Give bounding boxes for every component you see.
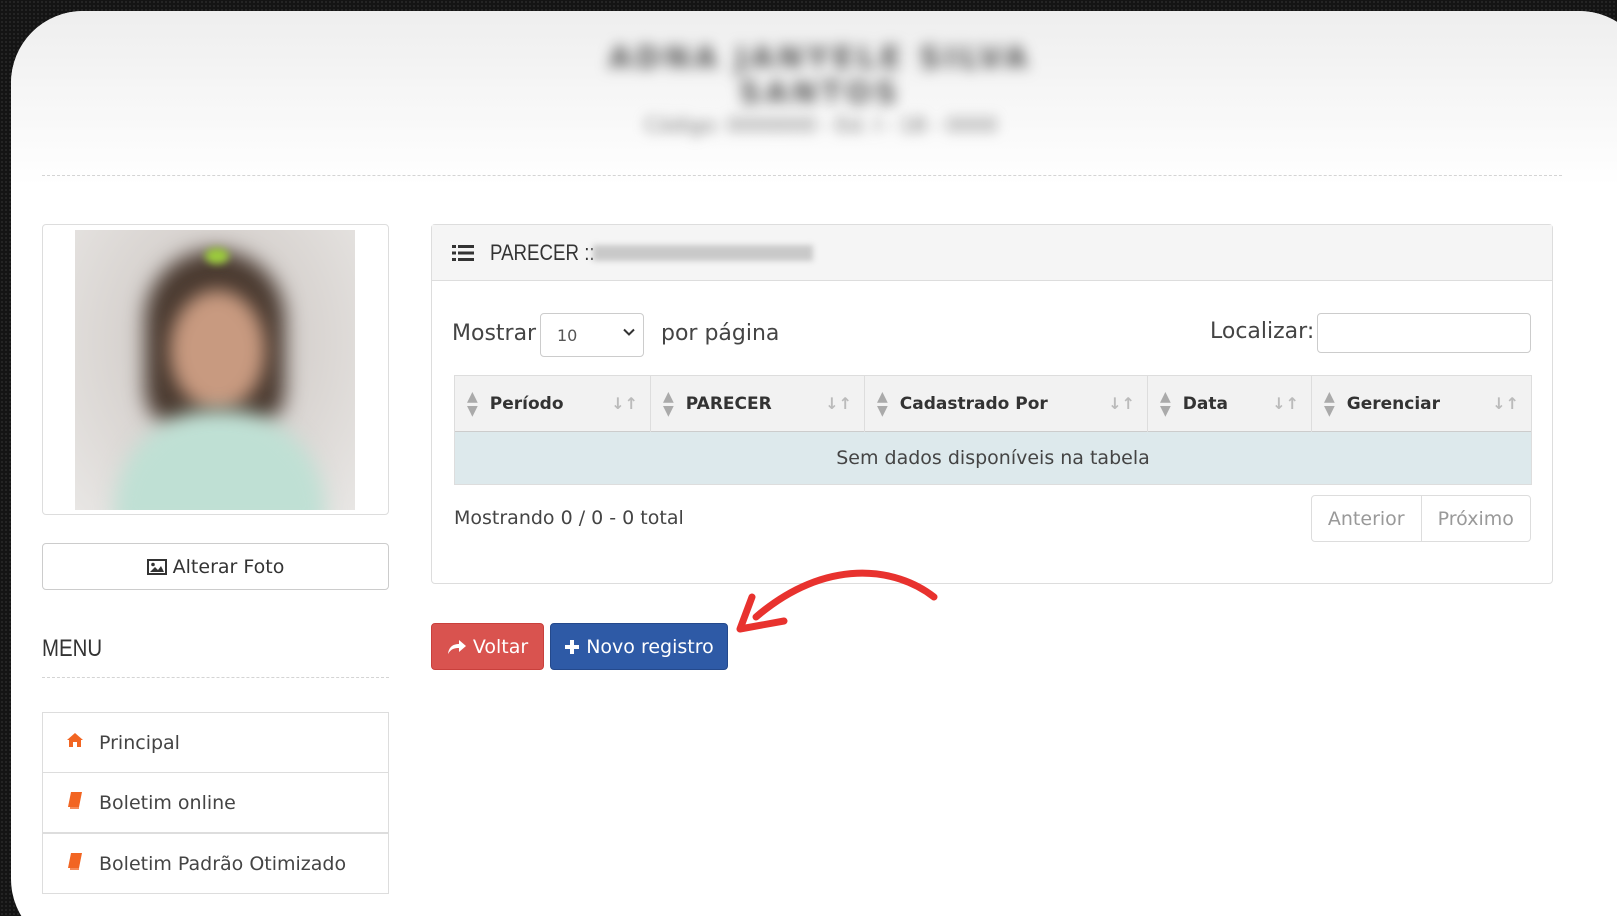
menu-item-label: Boletim online xyxy=(99,791,236,814)
column-header-data[interactable]: ▲ ▼ Data ↓↑ xyxy=(1148,376,1312,432)
menu-title: MENU xyxy=(42,635,103,662)
plus-icon xyxy=(565,639,580,654)
student-header: ADNA JANYELE SILVA SANTOS Código: 000000… xyxy=(11,11,1617,186)
book-icon xyxy=(65,791,85,814)
sort-icon: ▲ ▼ xyxy=(877,389,888,419)
change-photo-button[interactable]: Alterar Foto xyxy=(42,543,389,590)
sort-toggle-icon: ↓↑ xyxy=(1272,394,1299,413)
show-label: Mostrar xyxy=(452,321,537,346)
student-name-blurred: ADNA JANYELE SILVA SANTOS xyxy=(608,41,1032,111)
share-arrow-icon xyxy=(447,639,466,654)
column-label: Gerenciar xyxy=(1346,394,1441,414)
table-header: ▲ ▼ Período ↓↑ ▲ ▼ PARECER ↓↑ ▲ ▼ Cadastrad… xyxy=(455,376,1531,432)
menu-item-label: Principal xyxy=(99,731,180,754)
column-header-cadastrado-por[interactable]: ▲ ▼ Cadastrado Por ↓↑ xyxy=(865,376,1148,432)
book-icon xyxy=(65,852,85,875)
student-subtitle-blurred: Código: 0000000 - Ed. I - 1B - 0000 xyxy=(644,113,998,137)
sort-icon: ▲ ▼ xyxy=(467,389,478,419)
back-button[interactable]: Voltar xyxy=(431,623,544,670)
menu-item-principal[interactable]: Principal xyxy=(42,712,389,773)
sort-toggle-icon: ↓↑ xyxy=(611,394,638,413)
column-header-gerenciar[interactable]: ▲ ▼ Gerenciar ↓↑ xyxy=(1312,376,1531,432)
change-photo-label: Alterar Foto xyxy=(172,555,285,578)
sort-toggle-icon: ↓↑ xyxy=(1108,394,1135,413)
sort-toggle-icon: ↓↑ xyxy=(825,394,852,413)
column-label: Data xyxy=(1182,394,1228,414)
profile-photo-box xyxy=(42,224,389,515)
table-info: Mostrando 0 / 0 - 0 total xyxy=(454,507,684,529)
column-header-periodo[interactable]: ▲ ▼ Período ↓↑ xyxy=(455,376,651,432)
parecer-table: ▲ ▼ Período ↓↑ ▲ ▼ PARECER ↓↑ ▲ ▼ Cadastrad… xyxy=(454,375,1532,485)
column-header-parecer[interactable]: ▲ ▼ PARECER ↓↑ xyxy=(651,376,865,432)
column-label: Período xyxy=(489,394,564,414)
sort-icon: ▲ ▼ xyxy=(663,389,674,419)
sort-icon: ▲ ▼ xyxy=(1324,389,1335,419)
sort-toggle-icon: ↓↑ xyxy=(1492,394,1519,413)
home-icon xyxy=(65,732,85,753)
per-page-label: por página xyxy=(661,321,780,346)
column-label: Cadastrado Por xyxy=(899,394,1048,414)
previous-page-button[interactable]: Anterior xyxy=(1312,496,1422,541)
menu-item-label: Boletim Padrão Otimizado xyxy=(99,852,347,875)
header-divider xyxy=(42,175,1562,176)
back-button-label: Voltar xyxy=(472,635,529,658)
list-icon xyxy=(452,244,474,261)
next-page-button[interactable]: Próximo xyxy=(1422,496,1531,541)
new-record-button[interactable]: Novo registro xyxy=(550,623,728,670)
new-record-button-label: Novo registro xyxy=(586,635,714,658)
page-size-value: 10 xyxy=(557,325,578,345)
column-label: PARECER xyxy=(685,394,772,414)
empty-table-message: Sem dados disponíveis na tabela xyxy=(455,432,1531,484)
chevron-down-icon xyxy=(623,326,635,342)
profile-photo xyxy=(75,230,355,510)
image-icon xyxy=(146,558,167,575)
page-size-select[interactable]: 10 xyxy=(540,313,644,357)
menu-item-boletim-online[interactable]: Boletim online xyxy=(42,772,389,833)
panel-title: PARECER :: xyxy=(490,239,595,265)
panel-student-name-blurred xyxy=(593,244,814,261)
annotation-arrow-icon xyxy=(736,569,938,633)
search-label: Localizar: xyxy=(1210,319,1315,344)
pagination: Anterior Próximo xyxy=(1311,495,1531,542)
parecer-panel: PARECER :: Mostrar 10 por página Localiz… xyxy=(431,224,1553,584)
menu-item-boletim-padrao[interactable]: Boletim Padrão Otimizado xyxy=(42,833,389,894)
table-controls: Mostrar 10 por página Localizar: xyxy=(452,313,1532,357)
menu-divider xyxy=(42,677,389,678)
search-input[interactable] xyxy=(1317,313,1531,353)
browser-frame: ADNA JANYELE SILVA SANTOS Código: 000000… xyxy=(11,11,1617,916)
panel-header: PARECER :: xyxy=(432,225,1552,281)
sort-icon: ▲ ▼ xyxy=(1160,389,1171,419)
